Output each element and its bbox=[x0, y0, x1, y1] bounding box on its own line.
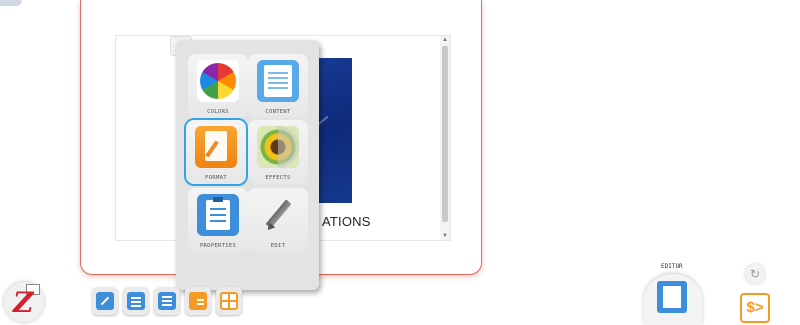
menu-item-properties[interactable]: PROPERTIES bbox=[188, 188, 248, 252]
pencil-icon bbox=[257, 194, 299, 236]
price-icon: $> bbox=[746, 299, 764, 316]
toolbar-edit-doc-button[interactable] bbox=[92, 287, 118, 315]
menu-item-label: FORMAT bbox=[205, 175, 227, 181]
menu-item-format[interactable]: FORMAT bbox=[186, 120, 246, 184]
toolbar-card-button[interactable] bbox=[185, 287, 211, 315]
scrollbar-thumb[interactable] bbox=[442, 46, 448, 222]
toolbar-text-button[interactable] bbox=[154, 287, 180, 315]
edit-document-icon bbox=[96, 292, 114, 310]
editor-document-icon bbox=[657, 281, 687, 313]
menu-item-edit[interactable]: EDIT bbox=[248, 188, 308, 252]
document-scrollbar[interactable]: ▲ ▼ bbox=[440, 36, 450, 240]
color-wheel-icon bbox=[197, 60, 239, 102]
menu-item-effects[interactable]: EFFECTS bbox=[248, 120, 308, 184]
menu-item-label: CONTENT bbox=[265, 109, 291, 115]
editor-button[interactable] bbox=[644, 274, 702, 325]
toolbar-table-button[interactable] bbox=[123, 287, 149, 315]
scroll-down-icon[interactable]: ▼ bbox=[442, 233, 448, 239]
price-button[interactable]: $> bbox=[740, 293, 770, 323]
z-logo-icon: Z bbox=[13, 286, 34, 319]
refresh-button[interactable]: ↻ bbox=[745, 264, 765, 284]
grid-layout-icon bbox=[220, 292, 238, 310]
editor-label: EDITOR bbox=[661, 263, 683, 270]
format-menu-popup: COLORS CONTENT FORMAT EFFECTS PROPERTIES… bbox=[176, 40, 319, 290]
clipboard-list-icon bbox=[197, 194, 239, 236]
text-block-icon bbox=[158, 292, 176, 310]
format-pen-icon bbox=[195, 126, 237, 168]
top-left-tab[interactable] bbox=[0, 0, 22, 6]
menu-item-label: PROPERTIES bbox=[199, 243, 237, 249]
document-content-icon bbox=[257, 60, 299, 102]
document-title-text: ATIONS bbox=[322, 214, 371, 229]
table-icon bbox=[127, 292, 145, 310]
menu-item-label: COLORS bbox=[207, 109, 229, 115]
scroll-up-icon[interactable]: ▲ bbox=[442, 37, 448, 43]
menu-item-label: EDIT bbox=[270, 243, 286, 249]
refresh-icon: ↻ bbox=[749, 267, 761, 281]
effects-flower-icon bbox=[257, 126, 299, 168]
app-logo-button[interactable]: Z bbox=[4, 282, 44, 322]
menu-item-colors[interactable]: COLORS bbox=[188, 54, 248, 118]
toolbar-grid-button[interactable] bbox=[216, 287, 242, 315]
app-canvas: ATIONS ▲ ▼ z COLORS CONTENT bbox=[0, 0, 800, 325]
menu-item-content[interactable]: CONTENT bbox=[248, 54, 308, 118]
card-layout-icon bbox=[189, 292, 207, 310]
menu-item-label: EFFECTS bbox=[265, 175, 291, 181]
